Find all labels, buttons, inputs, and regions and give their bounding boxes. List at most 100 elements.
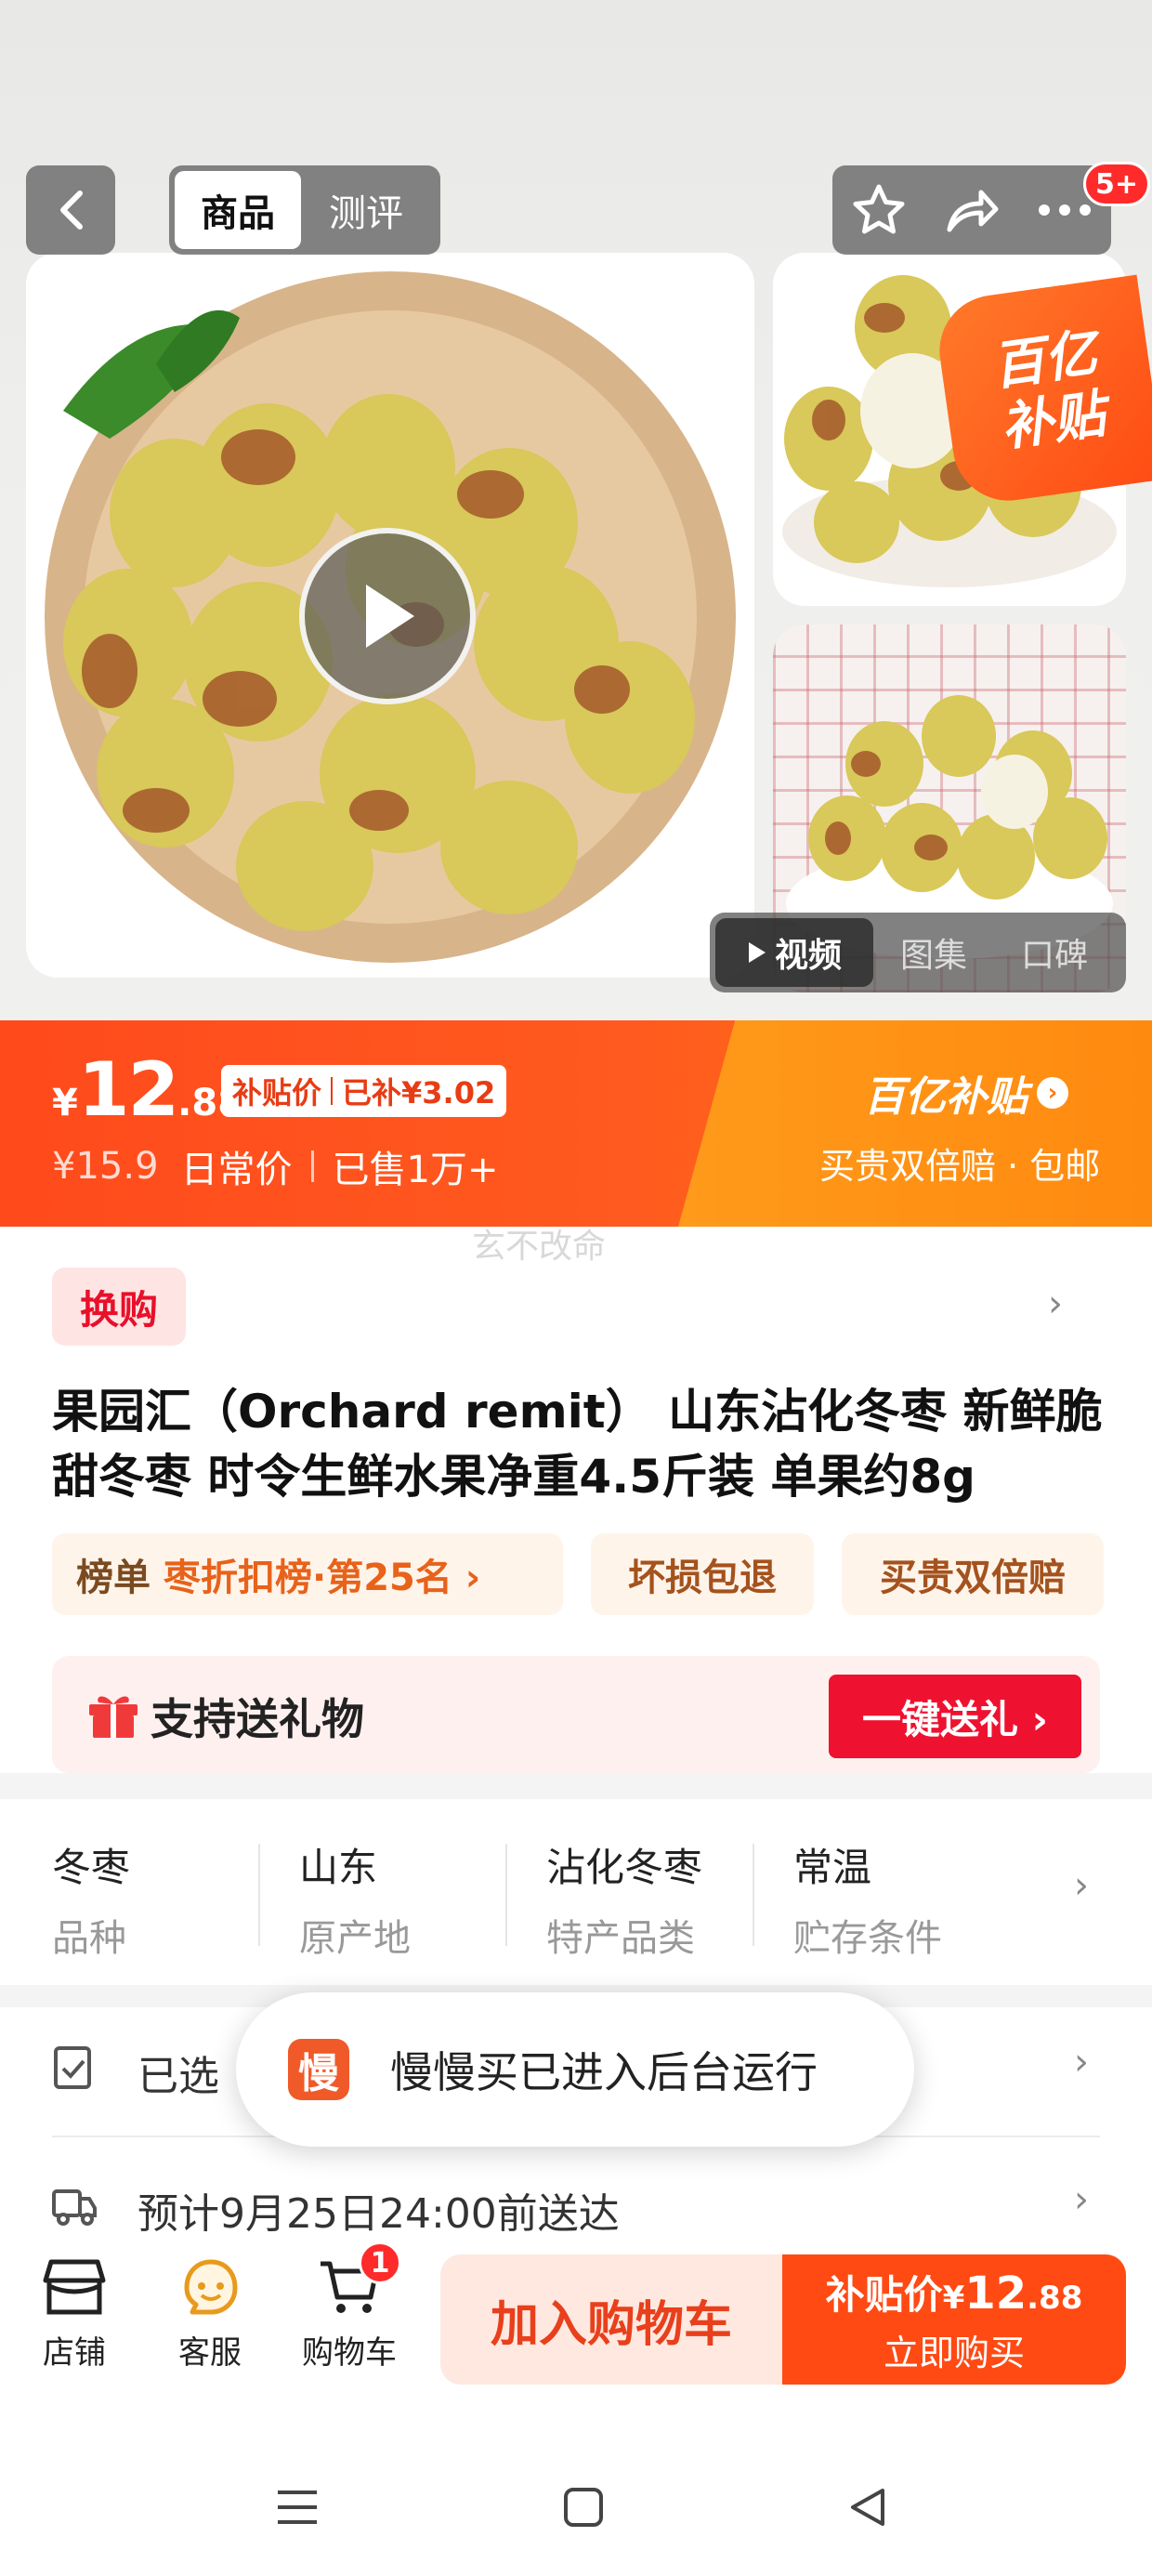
- damage-refund-pill[interactable]: 坏损包退: [591, 1533, 814, 1615]
- ranking-value: 枣折扣榜·第25名 ›: [164, 1557, 481, 1599]
- back-button[interactable]: [26, 165, 115, 255]
- attribute-key: 原产地: [299, 1917, 411, 1960]
- favorite-button[interactable]: [842, 173, 916, 247]
- product-gallery: 百亿 补贴 视频 图集 口碑 商品 测评 5+: [0, 0, 1152, 1022]
- subsidy-badge: 补贴价 已补¥3.02: [221, 1065, 507, 1117]
- star-icon: [853, 184, 905, 234]
- send-gift-button[interactable]: 一键送礼 ›: [829, 1675, 1081, 1758]
- promo-title[interactable]: 百亿补贴 ›: [864, 1063, 1068, 1123]
- main-product-image[interactable]: [26, 253, 754, 978]
- price-banner: ¥ 12 .88 补贴价 已补¥3.02 ¥15.9 日常价 已售1万+ 百亿补…: [0, 1020, 1152, 1227]
- price-guarantee-pill[interactable]: 买贵双倍赔: [842, 1533, 1104, 1615]
- original-price-label: 日常价: [180, 1149, 293, 1191]
- subsidy-corner-tag: 百亿 补贴: [932, 274, 1152, 508]
- store-label: 店铺: [43, 2334, 106, 2372]
- product-attributes[interactable]: 冬枣 品种 山东 原产地 沾化冬枣 特产品类 常温 贮存条件 ›: [0, 1799, 1152, 1985]
- watermark-text: 玄不改命: [472, 1228, 607, 1266]
- attribute-storage: 常温 贮存条件: [793, 1836, 1026, 1962]
- tab-album-label: 图集: [899, 937, 967, 975]
- swap-tag[interactable]: 换购: [52, 1268, 186, 1346]
- price-secondary: ¥15.9 日常价 已售1万+: [52, 1139, 498, 1193]
- attribute-value: 常温: [793, 1845, 872, 1890]
- gift-text: 支持送礼物: [151, 1694, 364, 1744]
- promo-description: 买贵双倍赔 · 包邮: [819, 1146, 1101, 1187]
- delivery-row[interactable]: 预计9月25日24:00前送达 ›: [0, 2145, 1152, 2266]
- add-to-cart-button[interactable]: 加入购物车: [440, 2254, 782, 2385]
- cart-label: 购物车: [302, 2334, 397, 2372]
- buy-price: 补贴价¥12.88: [826, 2264, 1083, 2320]
- customer-service-button[interactable]: 客服: [145, 2254, 275, 2372]
- attribute-divider: [753, 1844, 754, 1946]
- tab-product[interactable]: 商品: [175, 171, 301, 249]
- attribute-category: 沾化冬枣 特产品类: [546, 1836, 779, 1962]
- chevron-right-icon: ›: [1074, 1864, 1089, 1907]
- tab-reviews-label: 口碑: [1020, 937, 1088, 975]
- menu-icon: [278, 2491, 317, 2524]
- section-divider: [0, 1773, 1152, 1799]
- attribute-divider: [505, 1844, 507, 1946]
- ranking-label: 榜单: [76, 1557, 151, 1599]
- top-bar: 商品 测评 5+: [0, 162, 1152, 255]
- truck-icon: [52, 2189, 97, 2226]
- tab-video[interactable]: 视频: [715, 918, 873, 987]
- attribute-value: 沾化冬枣: [546, 1845, 703, 1890]
- share-icon: [947, 190, 999, 232]
- customer-service-icon: [184, 2259, 238, 2315]
- price-guarantee-label: 买贵双倍赔: [880, 1557, 1066, 1599]
- header-tools: [832, 165, 1111, 255]
- toast-message: 慢慢买已进入后台运行: [390, 2047, 818, 2097]
- notification-badge: 5+: [1083, 162, 1151, 206]
- tab-album[interactable]: 图集: [873, 918, 994, 987]
- gift-icon: [89, 1696, 137, 1738]
- subsidy-badge-amount: 已补¥3.02: [342, 1075, 496, 1111]
- triangle-back-icon: [851, 2489, 884, 2526]
- damage-refund-label: 坏损包退: [628, 1557, 777, 1599]
- attribute-key: 贮存条件: [793, 1917, 942, 1960]
- home-square-icon: [564, 2488, 603, 2527]
- subsidy-tag-line2: 补贴: [997, 384, 1109, 459]
- app-icon: 慢: [288, 2039, 349, 2100]
- delivery-estimate: 预计9月25日24:00前送达: [137, 2190, 620, 2238]
- buy-now-label: 立即购买: [883, 2333, 1025, 2373]
- buy-price-integer: 12: [964, 2267, 1028, 2320]
- buy-price-label: 补贴价: [825, 2272, 943, 2318]
- price-currency: ¥: [52, 1082, 78, 1124]
- store-button[interactable]: 店铺: [9, 2254, 139, 2372]
- attribute-value: 冬枣: [52, 1845, 131, 1890]
- attribute-value: 山东: [299, 1845, 378, 1890]
- gift-bar: 支持送礼物 一键送礼 ›: [52, 1656, 1100, 1773]
- ranking-pill[interactable]: 榜单 枣折扣榜·第25名 ›: [52, 1533, 563, 1615]
- attribute-variety: 冬枣 品种: [52, 1836, 284, 1962]
- buy-price-decimal: .88: [1027, 2280, 1083, 2317]
- buy-price-currency: ¥: [942, 2280, 965, 2317]
- attribute-origin: 山东 原产地: [299, 1836, 531, 1962]
- system-navigation-bar: [0, 2435, 1152, 2576]
- play-video-button[interactable]: [299, 528, 476, 704]
- chevron-right-icon: ›: [1074, 2178, 1089, 2221]
- home-button[interactable]: [556, 2479, 611, 2535]
- promo-panel[interactable]: [678, 1020, 1152, 1227]
- customer-service-label: 客服: [178, 2334, 242, 2372]
- sold-count: 已售1万+: [332, 1149, 499, 1191]
- media-tabs: 视频 图集 口碑: [710, 913, 1126, 992]
- page-tabs: 商品 测评: [169, 165, 440, 255]
- bottom-action-bar: 店铺 客服 购物车 1 加入购物车 补贴价¥12.88 立即购买: [0, 2241, 1152, 2398]
- play-icon: [748, 942, 766, 963]
- attribute-key: 品种: [52, 1917, 126, 1960]
- chevron-right-icon[interactable]: ›: [1048, 1282, 1063, 1325]
- menu-button[interactable]: [269, 2479, 325, 2535]
- selected-options-label: 已选: [137, 2053, 219, 2100]
- chevron-left-icon: [60, 191, 83, 230]
- attribute-key: 特产品类: [546, 1917, 695, 1960]
- chevron-right-icon: ›: [1037, 1077, 1068, 1109]
- tab-evaluation[interactable]: 测评: [301, 171, 431, 249]
- system-back-button[interactable]: [840, 2479, 896, 2535]
- chevron-right-icon: ›: [1074, 2041, 1089, 2083]
- product-title: 果园汇（Orchard remit） 山东沾化冬枣 新鲜脆甜冬枣 时令生鲜水果净…: [52, 1385, 1103, 1504]
- attribute-divider: [258, 1844, 260, 1946]
- clipboard-check-icon: [54, 2046, 91, 2089]
- tab-reviews[interactable]: 口碑: [994, 918, 1115, 987]
- share-button[interactable]: [935, 173, 1009, 247]
- buy-now-button[interactable]: 补贴价¥12.88 立即购买: [782, 2254, 1126, 2385]
- tab-video-label: 视频: [774, 937, 842, 975]
